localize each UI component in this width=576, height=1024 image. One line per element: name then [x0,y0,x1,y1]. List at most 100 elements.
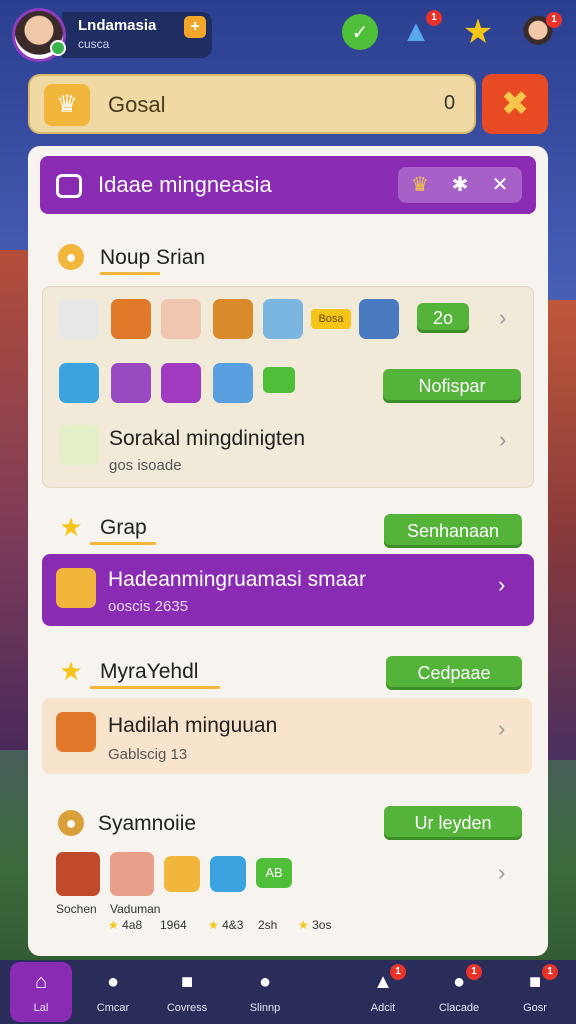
app-rating: ★ 3os [298,918,332,932]
app-rating: 1964 [160,918,187,932]
nav-friends[interactable]: ● 1 Clacade [428,962,490,1022]
chevron-right-icon[interactable]: › [499,305,506,331]
nav-label: Adcit [370,1002,396,1014]
main-panel: Idaae mingneasia ♛ ✱ ✕ ● Noup Srian Bosa… [28,146,548,956]
search-icon: ● [106,971,120,993]
star-icon: ★ [59,656,83,686]
app-tile[interactable] [161,299,201,339]
app-label: Sochen [56,902,97,916]
action-button[interactable]: Nofispar [383,369,521,403]
expand-icon[interactable]: ✕ [486,171,514,199]
crown-icon[interactable]: ♛ [406,171,434,199]
notification-badge: 1 [426,10,442,26]
row-title: Hadilah minguuan [108,714,278,737]
star-icon[interactable]: ★ [460,13,496,51]
app-tile[interactable] [263,299,303,339]
panel-header-icon [56,174,82,198]
section-title-noup: Noup Srian [100,246,206,269]
search-icon: ♛ [44,84,90,126]
fire-icon: ● [58,244,84,270]
app-tile[interactable] [161,363,201,403]
search-go-button[interactable]: ✖ [482,74,548,134]
clear-search-button[interactable]: 0 [444,92,455,115]
nav-label: Lal [33,1002,49,1014]
tool-tile[interactable] [59,299,99,339]
app-tile[interactable] [111,363,151,403]
section-underline [90,686,220,689]
myra-button[interactable]: Cedpaae [386,656,522,690]
section-title-grap: Grap [100,516,147,539]
tile-badge: Bosa [311,309,351,329]
chevron-right-icon: › [498,716,506,741]
panel-title: Idaae mingneasia [98,172,272,197]
search-input[interactable]: Gosal [108,92,165,118]
featured-row[interactable]: Hadeanmingruamasi smaar ooscis 2635 › [42,554,534,626]
app-label: Vaduman [110,902,161,916]
panel-header: Idaae mingneasia ♛ ✱ ✕ [40,156,536,214]
top-bar: Lndamasia cusca + ✓ ▲ 1 ★ 1 [0,0,576,70]
nav-search[interactable]: ● Cmcar [82,962,144,1022]
nav-label: Cmcar [96,1002,130,1014]
search-bar[interactable]: ♛ Gosal 0 [28,74,476,134]
row-title: Hadeanmingruamasi smaar [108,568,366,591]
add-button[interactable]: + [184,16,206,38]
nav-badge: 1 [390,964,406,980]
chevron-right-icon[interactable]: › [499,427,506,453]
app-rating: ★ 4a8 [108,918,143,932]
chevron-right-icon: › [498,572,506,597]
section-underline [100,272,160,275]
row-subtitle: Gablscig 13 [108,746,188,763]
leaf-icon[interactable]: ✓ [342,14,378,50]
nav-library[interactable]: ■ Covress [156,962,218,1022]
section-title-syam: Syamnoiie [98,812,197,835]
app-tile[interactable] [164,856,200,892]
settings-icon[interactable]: ✱ [446,171,474,199]
header-tools: ♛ ✱ ✕ [398,167,522,203]
online-badge [50,40,66,56]
shop-icon: ● [258,971,272,993]
character-badge: 1 [546,12,562,28]
row-subtitle: gos isoade [109,457,182,474]
library-icon: ■ [180,971,194,993]
app-tile[interactable] [213,299,253,339]
small-tile[interactable] [263,367,295,393]
reward-row[interactable]: Hadilah minguuan Gablscig 13 › [42,698,532,774]
nav-label: Covress [166,1002,208,1014]
app-tile[interactable] [59,425,99,465]
nav-activity[interactable]: ▲ 1 Adcit [352,962,414,1022]
app-tile[interactable] [111,299,151,339]
section-underline [90,542,156,545]
coin-icon: ● [58,810,84,836]
app-tile[interactable] [213,363,253,403]
bottom-nav: ⌂ Lal ● Cmcar ■ Covress ● Slinnp ▲ 1 Adc… [0,960,576,1024]
row-title[interactable]: Sorakal mingdinigten [109,427,305,451]
chest-tile [56,712,96,752]
grap-button[interactable]: Senhanaan [384,514,522,548]
syam-button[interactable]: Ur leyden [384,806,522,840]
nav-shop[interactable]: ● Slinnp [234,962,296,1022]
app-tile[interactable] [56,852,100,896]
star-icon: ★ [59,512,83,542]
user-subtitle: cusca [78,37,110,51]
app-rating: ★ 4&3 [208,918,244,932]
nav-gifts[interactable]: ■ 1 Gosr [504,962,566,1022]
app-tile[interactable] [59,363,99,403]
row-subtitle: ooscis 2635 [108,598,189,615]
username: Lndamasia [78,17,157,34]
count-button[interactable]: 2o [417,303,469,333]
section-title-myra: MyraYehdl [100,660,199,683]
small-tile[interactable]: AB [256,858,292,888]
chevron-right-icon[interactable]: › [498,860,505,886]
app-tile[interactable] [110,852,154,896]
nav-label: Clacade [438,1002,480,1014]
app-tile[interactable] [359,299,399,339]
section-card-noup: Bosa 2o › Nofispar Sorakal mingdinigten … [42,286,534,488]
app-tile [56,568,96,608]
home-icon: ⌂ [34,971,48,993]
nav-label: Gosr [523,1002,547,1014]
nav-label: Slinnp [249,1002,281,1014]
nav-home[interactable]: ⌂ Lal [10,962,72,1022]
app-tile[interactable] [210,856,246,892]
nav-badge: 1 [466,964,482,980]
nav-badge: 1 [542,964,558,980]
